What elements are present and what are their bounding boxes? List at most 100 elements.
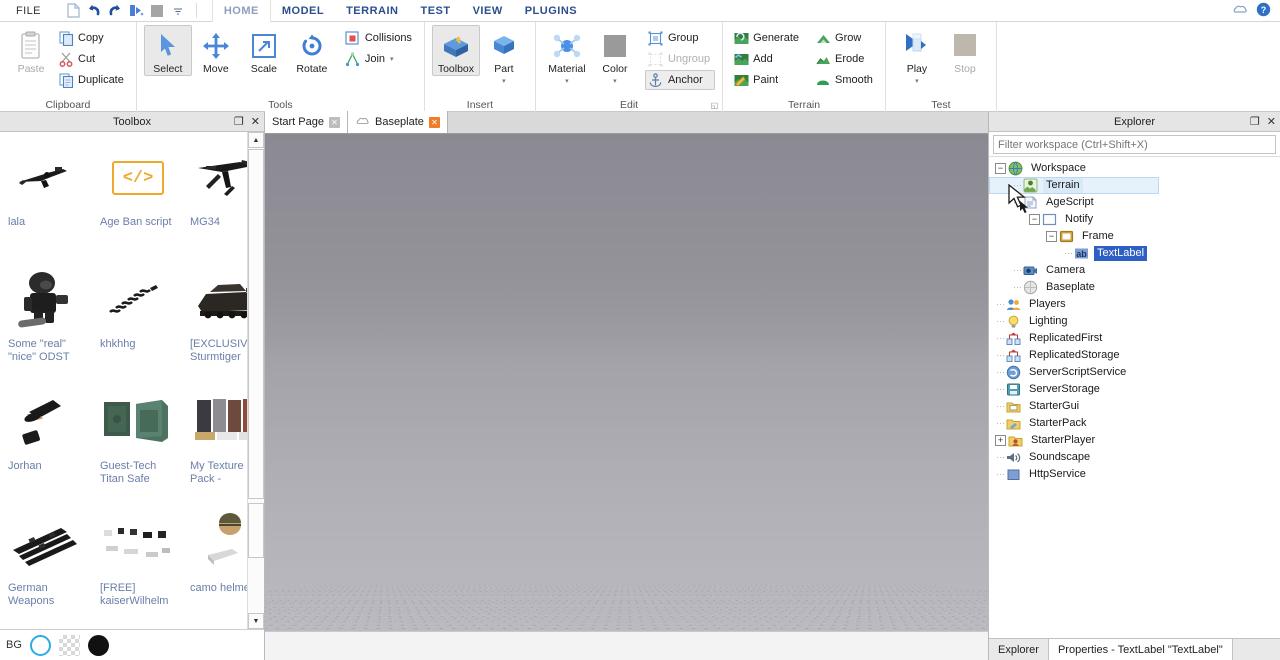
move-tool-button[interactable]: Move: [192, 25, 240, 76]
tree-item-notify[interactable]: − Notify: [989, 211, 1280, 228]
tree-item-serverscriptservice[interactable]: ⋯ ServerScriptService: [989, 364, 1280, 381]
expand-icon[interactable]: +: [995, 435, 1006, 446]
help-icon[interactable]: ?: [1256, 2, 1271, 20]
tree-item-serverstorage[interactable]: ⋯ ServerStorage: [989, 381, 1280, 398]
scrollbar-thumb[interactable]: [248, 149, 264, 499]
tab-plugins[interactable]: PLUGINS: [514, 0, 588, 22]
tree-item-httpservice[interactable]: ⋯ HttpService: [989, 466, 1280, 483]
explorer-restore-icon[interactable]: ❐: [1250, 116, 1260, 128]
explorer-filter-row: [989, 132, 1280, 156]
terrain-paint-button[interactable]: Paint: [730, 70, 804, 90]
ring-swatch[interactable]: [29, 634, 51, 656]
list-item[interactable]: Some "real" "nice" ODST: [0, 258, 92, 380]
close-icon[interactable]: ✕: [428, 116, 440, 128]
chevron-down-icon[interactable]: [170, 2, 187, 19]
file-menu-button[interactable]: FILE: [6, 0, 51, 22]
explorer-close-icon[interactable]: ✕: [1267, 116, 1276, 128]
chevron-down-icon[interactable]: ▾: [502, 78, 506, 86]
toolbox-restore-icon[interactable]: ❐: [234, 116, 244, 128]
chevron-down-icon[interactable]: ▾: [390, 55, 394, 63]
tree-item-soundscape[interactable]: ⋯ Soundscape: [989, 449, 1280, 466]
toolbox-button[interactable]: Toolbox: [431, 25, 480, 76]
scroll-up-icon[interactable]: ▲: [248, 132, 264, 148]
close-icon[interactable]: ✕: [328, 116, 340, 128]
tree-item-replicatedfirst[interactable]: ⋯ ReplicatedFirst: [989, 330, 1280, 347]
stop-square-icon[interactable]: [149, 2, 166, 19]
tree-item-startergui[interactable]: ⋯ StarterGui: [989, 398, 1280, 415]
terrain-generate-button[interactable]: Generate: [730, 28, 804, 48]
tree-item-lighting[interactable]: ⋯ Lighting: [989, 313, 1280, 330]
ungroup-button[interactable]: Ungroup: [645, 49, 715, 69]
cloud-icon[interactable]: [1232, 3, 1248, 18]
chevron-down-icon[interactable]: ▾: [565, 78, 569, 86]
explorer-tree[interactable]: − Workspace ⋯ Terrain ⋯ AgeScript − Notify − Fram…: [989, 156, 1280, 638]
duplicate-button[interactable]: Duplicate: [55, 70, 129, 90]
doc-tab-start-page[interactable]: Start Page ✕: [265, 111, 348, 133]
tree-item-starterplayer[interactable]: + StarterPlayer: [989, 432, 1280, 449]
join-button[interactable]: Join ▾: [342, 49, 417, 69]
anchor-button[interactable]: Anchor: [644, 70, 716, 90]
collapse-icon[interactable]: −: [995, 163, 1006, 174]
paste-button[interactable]: Paste: [7, 25, 55, 76]
tab-test[interactable]: TEST: [409, 0, 461, 22]
list-item[interactable]: Guest-Tech Titan Safe: [92, 380, 182, 502]
undo-icon[interactable]: [86, 2, 103, 19]
tree-item-players[interactable]: ⋯ Players: [989, 296, 1280, 313]
tree-item-terrain[interactable]: ⋯ Terrain: [989, 177, 1159, 194]
copy-button[interactable]: Copy: [55, 28, 129, 48]
terrain-erode-button[interactable]: Erode: [812, 49, 878, 69]
part-button[interactable]: Part ▾: [480, 25, 528, 87]
material-button[interactable]: Material ▾: [543, 25, 591, 87]
tree-item-starterpack[interactable]: ⋯ StarterPack: [989, 415, 1280, 432]
tab-home[interactable]: HOME: [211, 0, 271, 22]
tab-view[interactable]: VIEW: [462, 0, 514, 22]
edit-dialog-launcher-icon[interactable]: ◱: [711, 101, 719, 110]
list-item[interactable]: </> Age Ban script: [92, 136, 182, 258]
tab-explorer[interactable]: Explorer: [989, 639, 1048, 660]
scroll-down-icon[interactable]: ▼: [248, 613, 264, 629]
weapons-rack-thumb: [8, 506, 86, 582]
collisions-button[interactable]: Collisions: [342, 28, 417, 48]
color-button[interactable]: Color ▾: [591, 25, 639, 87]
tab-model[interactable]: MODEL: [271, 0, 335, 22]
tree-item-camera[interactable]: ⋯ Camera: [989, 262, 1280, 279]
stop-button[interactable]: Stop: [941, 25, 989, 76]
tree-item-replicatedstorage[interactable]: ⋯ ReplicatedStorage: [989, 347, 1280, 364]
cut-button[interactable]: Cut: [55, 49, 129, 69]
scale-tool-button[interactable]: Scale: [240, 25, 288, 76]
group-button[interactable]: Group: [645, 28, 715, 48]
tree-item-textlabel[interactable]: ⋯ ab TextLabel: [989, 245, 1280, 262]
toolbox-close-icon[interactable]: ✕: [251, 116, 260, 128]
terrain-smooth-button[interactable]: Smooth: [812, 70, 878, 90]
terrain-grow-button[interactable]: Grow: [812, 28, 878, 48]
rotate-tool-button[interactable]: Rotate: [288, 25, 336, 76]
list-item[interactable]: khkhhg: [92, 258, 182, 380]
play-button[interactable]: Play ▾: [893, 25, 941, 87]
scrollbar-thumb-lower[interactable]: [248, 503, 264, 558]
tree-item-agescript[interactable]: ⋯ AgeScript: [989, 194, 1280, 211]
tab-properties[interactable]: Properties - TextLabel "TextLabel": [1047, 639, 1233, 660]
step-forward-icon[interactable]: [128, 2, 145, 19]
list-item[interactable]: [FREE] kaiserWilhelm: [92, 502, 182, 624]
list-item[interactable]: lala: [0, 136, 92, 258]
chevron-down-icon[interactable]: ▾: [613, 78, 617, 86]
list-item[interactable]: Jorhan: [0, 380, 92, 502]
toolbox-scrollbar[interactable]: ▲ ▼: [247, 132, 264, 629]
collapse-icon[interactable]: −: [1046, 231, 1057, 242]
collapse-icon[interactable]: −: [1029, 214, 1040, 225]
tree-item-baseplate[interactable]: ⋯ Baseplate: [989, 279, 1280, 296]
list-item[interactable]: German Weapons: [0, 502, 92, 624]
black-swatch[interactable]: [87, 634, 109, 656]
chevron-down-icon[interactable]: ▾: [915, 78, 919, 86]
tree-item-frame[interactable]: − Frame: [989, 228, 1280, 245]
redo-icon[interactable]: [107, 2, 124, 19]
tab-terrain[interactable]: TERRAIN: [335, 0, 409, 22]
transparent-swatch[interactable]: [58, 634, 80, 656]
search-input[interactable]: [993, 135, 1276, 154]
tree-item-workspace[interactable]: − Workspace: [989, 160, 1280, 177]
select-tool-button[interactable]: Select: [143, 25, 192, 76]
new-document-icon[interactable]: [65, 2, 82, 19]
doc-tab-baseplate[interactable]: Baseplate ✕: [347, 111, 448, 133]
3d-viewport[interactable]: [265, 134, 988, 631]
terrain-add-button[interactable]: Add: [730, 49, 804, 69]
